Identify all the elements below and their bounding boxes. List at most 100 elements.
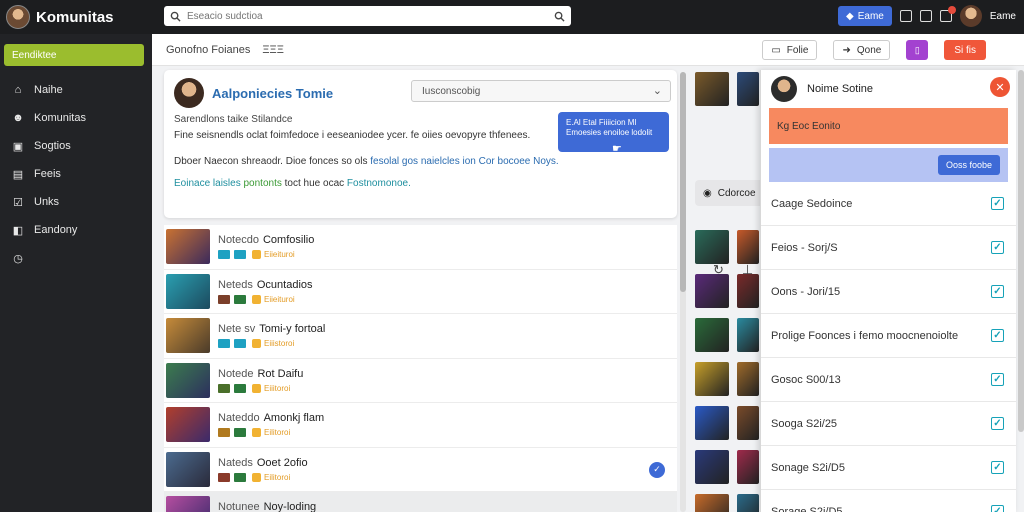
checkbox[interactable]: ✓ [991, 285, 1004, 298]
promo-box[interactable]: E.Al Etal Fiiiicion Ml Emoesies enoiloe … [558, 112, 669, 155]
close-button[interactable]: ✕ [990, 77, 1010, 97]
sidebar-item-history[interactable]: ◷ [0, 244, 152, 272]
community-select[interactable]: Iusconscobig ⌄ [411, 80, 671, 102]
list-item[interactable]: Notecdo Comfosilio Eiieituroi [164, 225, 677, 270]
brand[interactable]: Komunitas [0, 5, 152, 29]
media-thumbnail[interactable] [737, 318, 759, 352]
item-thumbnail[interactable] [166, 273, 210, 309]
sidebar-item-label: Sogtios [34, 140, 71, 152]
list-item[interactable]: Notede Rot Daifu Eiiitoroi [164, 359, 677, 403]
checkbox[interactable]: ✓ [991, 241, 1004, 254]
media-thumbnail[interactable] [695, 406, 729, 440]
media-pill-label: Cdorcoe [717, 187, 756, 199]
panel-list-item[interactable]: Oons - Jori/15 ✓ [761, 270, 1016, 314]
checkbox[interactable]: ✓ [991, 373, 1004, 386]
tag-link[interactable]: Eoinace laisles [174, 178, 241, 189]
community-title[interactable]: Aalponiecies Tomie [212, 86, 333, 101]
bookmark-button[interactable]: ▯ [906, 40, 929, 60]
item-title[interactable]: Nete sv Tomi-y fortoal [218, 323, 325, 335]
media-column: ◉ Cdorcoe ↻ ⊥ [693, 70, 765, 512]
media-thumbnail[interactable] [737, 274, 759, 308]
app-title: Komunitas [36, 8, 114, 26]
media-thumbnail[interactable] [737, 72, 759, 106]
share-button[interactable]: ➜ Qone [833, 40, 891, 60]
panel-list-item[interactable]: Sonage S2i/D5 ✓ [761, 446, 1016, 490]
check-icon[interactable]: ✓ [649, 461, 665, 478]
panel-list-item[interactable]: Gosoc S00/13 ✓ [761, 358, 1016, 402]
search-submit-icon[interactable] [554, 11, 565, 22]
tag-icon [234, 294, 246, 304]
list-item[interactable]: Nete sv Tomi-y fortoal Eiiistoroi [164, 314, 677, 359]
item-title[interactable]: Neteds Ocuntadios [218, 279, 313, 291]
panel-list-item[interactable]: Feios - Sorj/S ✓ [761, 226, 1016, 270]
search-input[interactable] [187, 10, 554, 22]
user-avatar[interactable] [959, 5, 982, 27]
media-thumbnail[interactable] [737, 406, 759, 440]
panel-list-item[interactable]: Prolige Foonces i femo moocnenoiolte ✓ [761, 314, 1016, 358]
media-thumbnail[interactable] [695, 494, 729, 512]
media-thumbnail[interactable] [695, 362, 729, 396]
panel-scrollbar[interactable] [1018, 70, 1024, 432]
sidebar-item-company[interactable]: ◧ Eandony [0, 216, 152, 244]
media-thumbnail[interactable] [737, 494, 759, 512]
item-title[interactable]: Notecdo Comfosilio [218, 234, 314, 246]
media-thumbnail[interactable] [695, 450, 729, 484]
checkbox[interactable]: ✓ [991, 197, 1004, 210]
panel-list-item[interactable]: Sooga S2i/25 ✓ [761, 402, 1016, 446]
sidebar-item-community[interactable]: ☻ Komunitas [0, 104, 152, 132]
item-thumbnail[interactable] [166, 318, 210, 354]
media-filter-pill[interactable]: ◉ Cdorcoe [695, 180, 765, 206]
media-thumbnail[interactable] [695, 230, 729, 264]
item-tag: Eiiistoroi [252, 339, 294, 349]
search-box[interactable] [164, 6, 571, 26]
item-thumbnail[interactable] [166, 496, 210, 512]
item-title[interactable]: Nateddo Amonkj flam [218, 412, 324, 424]
media-thumbnail[interactable] [695, 318, 729, 352]
breadcrumb-item[interactable]: ΞΞΞ [262, 44, 283, 56]
media-thumbnail[interactable] [737, 450, 759, 484]
breadcrumb-item[interactable]: Gonofno Foianes [166, 44, 250, 56]
main-scrollbar[interactable] [680, 72, 686, 512]
list-item[interactable]: Nateds Ooet 2ofio Eilitoroi ✓ [164, 448, 677, 492]
info-link[interactable]: fesolal gos naielcles ion Cor bocoee Noy… [370, 156, 558, 167]
list-item[interactable]: Neteds Ocuntadios Eiieituroi [164, 270, 677, 314]
primary-action-button[interactable]: Si fis [944, 40, 986, 60]
item-prefix: Notede [218, 367, 254, 380]
item-title[interactable]: Nateds Ooet 2ofio [218, 457, 308, 469]
media-thumbnail[interactable] [737, 362, 759, 396]
item-thumbnail[interactable] [166, 451, 210, 487]
panel-action-button[interactable]: Ooss foobe [937, 155, 1000, 175]
top-action-button[interactable]: ◆ Eame [838, 6, 892, 26]
grid-icon[interactable] [899, 10, 912, 22]
list-item[interactable]: Notunee Noy-loding [164, 492, 677, 512]
sidebar-active-item[interactable]: Eendiktee [4, 44, 144, 66]
item-thumbnail[interactable] [166, 229, 210, 265]
checkbox[interactable]: ✓ [991, 505, 1004, 512]
item-title[interactable]: Notede Rot Daifu [218, 368, 303, 380]
sidebar-item-home[interactable]: ⌂ Naihe [0, 76, 152, 104]
panel-list-item[interactable]: Sorage S2i/D5 ✓ [761, 490, 1016, 512]
community-avatar[interactable] [174, 78, 204, 108]
item-thumbnail[interactable] [166, 407, 210, 443]
sidebar-item-jobs[interactable]: ▣ Sogtios [0, 132, 152, 160]
media-thumbnail[interactable] [695, 72, 729, 106]
tag-link[interactable]: Fostnomonoe. [347, 178, 411, 189]
list-item[interactable]: Nateddo Amonkj flam Eilitoroi [164, 403, 677, 448]
user-name[interactable]: Eame [990, 11, 1016, 22]
item-thumbnail[interactable] [166, 362, 210, 398]
notification-icon[interactable] [939, 6, 956, 22]
sidebar-item-feeds[interactable]: ▤ Feeis [0, 160, 152, 188]
media-thumbnail[interactable] [737, 230, 759, 264]
panel-list-item[interactable]: Caage Sedoince ✓ [761, 182, 1016, 226]
tag-icon [234, 250, 246, 260]
tag-link[interactable]: pontonts [244, 178, 282, 189]
media-thumbnail[interactable] [695, 274, 729, 308]
scrollbar-thumb[interactable] [680, 72, 686, 292]
folder-button[interactable]: ▭ Folie [762, 40, 818, 60]
inbox-icon[interactable] [919, 10, 932, 22]
item-title[interactable]: Notunee Noy-loding [218, 501, 316, 512]
checkbox[interactable]: ✓ [991, 417, 1004, 430]
checkbox[interactable]: ✓ [991, 329, 1004, 342]
sidebar-item-links[interactable]: ☑ Unks [0, 188, 152, 216]
checkbox[interactable]: ✓ [991, 461, 1004, 474]
